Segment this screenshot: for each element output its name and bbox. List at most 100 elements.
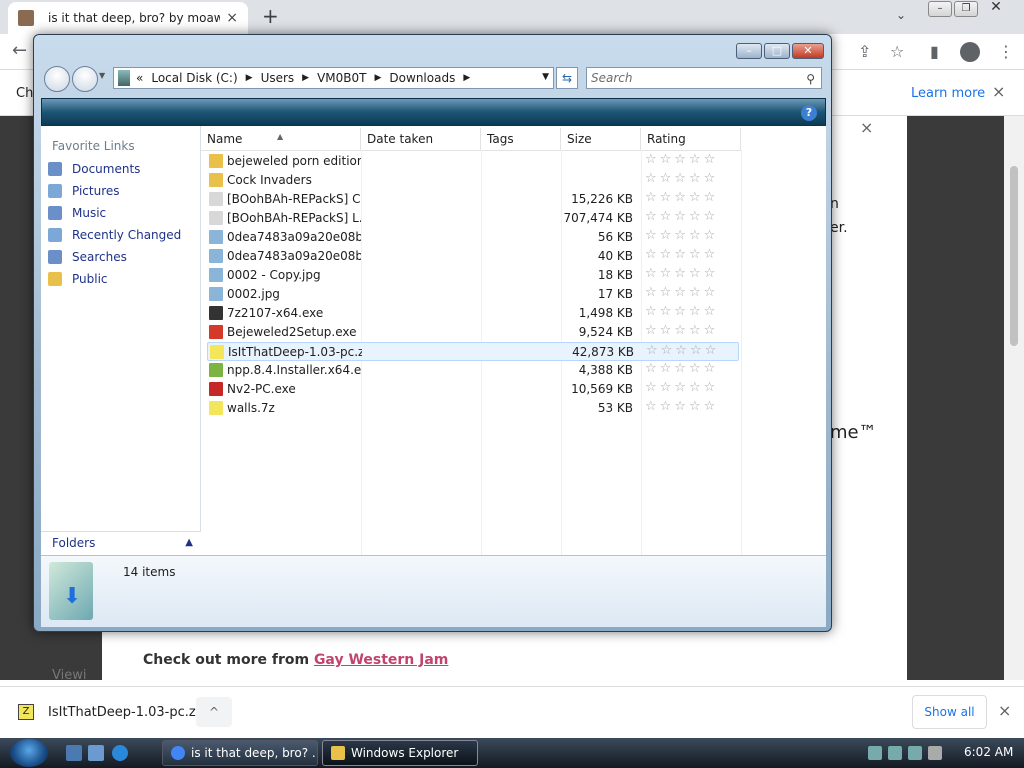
recent-pages-chevron-icon[interactable]: ▼ [99, 71, 105, 80]
breadcrumb-local-disk[interactable]: Local Disk (C:) [151, 71, 237, 85]
file-row[interactable]: 0dea7483a09a20e08b7f... 56 KB ☆☆☆☆☆ [207, 228, 739, 247]
profile-avatar-icon[interactable] [960, 42, 980, 62]
refresh-icon[interactable]: ⇆ [556, 67, 578, 89]
rating-stars[interactable]: ☆☆☆☆☆ [645, 152, 718, 167]
new-tab-button[interactable]: + [262, 6, 279, 26]
favorite-link-label: Public [72, 272, 108, 286]
favorite-link[interactable]: Music [48, 204, 106, 222]
rating-stars[interactable]: ☆☆☆☆☆ [645, 209, 718, 224]
show-desktop-icon[interactable] [66, 745, 82, 761]
rating-stars[interactable]: ☆☆☆☆☆ [645, 399, 718, 414]
close-icon[interactable]: ✕ [984, 0, 1008, 17]
rating-stars[interactable]: ☆☆☆☆☆ [645, 323, 718, 338]
rating-stars[interactable]: ☆☆☆☆☆ [645, 266, 718, 281]
card-close-icon[interactable]: × [860, 118, 873, 137]
bookmark-star-icon[interactable]: ☆ [890, 42, 904, 61]
rating-stars[interactable]: ☆☆☆☆☆ [645, 228, 718, 243]
breadcrumb-separator-icon[interactable]: ▶ [246, 73, 253, 83]
file-row[interactable]: IsItThatDeep-1.03-pc.zip 42,873 KB ☆☆☆☆☆ [207, 342, 739, 361]
address-bar[interactable]: « Local Disk (C:) ▶ Users ▶ VM0B0T ▶ Dow… [113, 67, 554, 89]
chevron-up-icon[interactable]: ▲ [185, 532, 193, 554]
notepadpp-icon [209, 363, 223, 377]
downloads-close-icon[interactable]: × [998, 701, 1011, 720]
creator-link[interactable]: Gay Western Jam [314, 652, 448, 668]
favorite-link[interactable]: Public [48, 270, 108, 288]
column-divider [741, 150, 742, 555]
page-scrollbar[interactable] [1004, 116, 1024, 680]
file-row[interactable]: 0dea7483a09a20e08b7f... 40 KB ☆☆☆☆☆ [207, 247, 739, 266]
breadcrumb-separator-icon[interactable]: ▶ [463, 73, 470, 83]
display-icon[interactable] [908, 746, 922, 760]
restore-icon[interactable]: ❐ [954, 1, 978, 17]
scroll-thumb[interactable] [1010, 166, 1018, 346]
file-row[interactable]: npp.8.4.Installer.x64.exe 4,388 KB ☆☆☆☆☆ [207, 361, 739, 380]
favorite-link[interactable]: Recently Changed [48, 226, 181, 244]
security-icon[interactable] [888, 746, 902, 760]
file-row[interactable]: 7z2107-x64.exe 1,498 KB ☆☆☆☆☆ [207, 304, 739, 323]
rating-stars[interactable]: ☆☆☆☆☆ [645, 380, 718, 395]
search-icon[interactable]: ⚲ [806, 69, 815, 89]
explorer-minimize-icon[interactable]: – [736, 43, 762, 59]
column-header-tags[interactable]: Tags [481, 128, 561, 150]
download-options-chevron-icon[interactable]: ^ [196, 697, 232, 727]
breadcrumb-user[interactable]: VM0B0T [317, 71, 366, 85]
taskbar-chrome-button[interactable]: is it that deep, bro? ... [162, 740, 318, 766]
favorite-link[interactable]: Documents [48, 160, 140, 178]
rating-stars[interactable]: ☆☆☆☆☆ [645, 171, 718, 186]
info-bar-close-icon[interactable]: × [992, 82, 1005, 101]
file-row[interactable]: 0002 - Copy.jpg 18 KB ☆☆☆☆☆ [207, 266, 739, 285]
file-row[interactable]: [BOohBAh-REPackS] L... 707,474 KB ☆☆☆☆☆ [207, 209, 739, 228]
rating-stars[interactable]: ☆☆☆☆☆ [645, 304, 718, 319]
rating-stars[interactable]: ☆☆☆☆☆ [645, 361, 718, 376]
breadcrumb-users[interactable]: Users [261, 71, 295, 85]
network-icon[interactable] [868, 746, 882, 760]
file-row[interactable]: Nv2-PC.exe 10,569 KB ☆☆☆☆☆ [207, 380, 739, 399]
column-header-date-taken[interactable]: Date taken [361, 128, 481, 150]
file-row[interactable]: Bejeweled2Setup.exe 9,524 KB ☆☆☆☆☆ [207, 323, 739, 342]
share-icon[interactable]: ⇪ [858, 42, 871, 61]
explorer-close-icon[interactable]: ✕ [792, 43, 824, 59]
rating-stars[interactable]: ☆☆☆☆☆ [645, 247, 718, 262]
file-row[interactable]: [BOohBAh-REPackS] C... 15,226 KB ☆☆☆☆☆ [207, 190, 739, 209]
column-header-name[interactable]: Name ▲ [201, 128, 361, 150]
column-header-rating[interactable]: Rating [641, 128, 741, 150]
breadcrumb-downloads[interactable]: Downloads [389, 71, 455, 85]
side-panel-icon[interactable]: ▮ [930, 42, 939, 61]
explorer-maximize-icon[interactable]: □ [764, 43, 790, 59]
column-header-size[interactable]: Size [561, 128, 641, 150]
tab-close-icon[interactable]: × [226, 10, 238, 26]
favorite-link[interactable]: Pictures [48, 182, 120, 200]
start-button[interactable] [10, 739, 48, 767]
file-row[interactable]: Cock Invaders ☆☆☆☆☆ [207, 171, 739, 190]
favorite-link[interactable]: Searches [48, 248, 127, 266]
internet-explorer-icon[interactable] [112, 745, 128, 761]
menu-kebab-icon[interactable]: ⋮ [998, 42, 1014, 61]
rating-stars[interactable]: ☆☆☆☆☆ [645, 190, 718, 205]
folders-toggle[interactable]: Folders ▲ [41, 531, 201, 555]
address-dropdown-icon[interactable]: ▼ [542, 72, 549, 82]
taskbar-explorer-button[interactable]: Windows Explorer [322, 740, 478, 766]
minimize-icon[interactable]: – [928, 1, 952, 17]
rating-stars[interactable]: ☆☆☆☆☆ [645, 285, 718, 300]
back-button[interactable] [44, 66, 70, 92]
file-row[interactable]: 0002.jpg 17 KB ☆☆☆☆☆ [207, 285, 739, 304]
file-row[interactable]: bejeweled porn edition ☆☆☆☆☆ [207, 152, 739, 171]
learn-more-link[interactable]: Learn more [911, 86, 985, 101]
tab-search-icon[interactable]: ⌄ [896, 8, 906, 22]
window-switcher-icon[interactable] [88, 745, 104, 761]
text-fragment: er. [830, 220, 848, 236]
file-row[interactable]: walls.7z 53 KB ☆☆☆☆☆ [207, 399, 739, 418]
browser-tab[interactable]: is it that deep, bro? by moawling × [8, 2, 248, 34]
breadcrumb-separator-icon[interactable]: ▶ [375, 73, 382, 83]
rating-stars[interactable]: ☆☆☆☆☆ [646, 343, 719, 358]
breadcrumb-separator-icon[interactable]: ▶ [302, 73, 309, 83]
forward-button[interactable] [72, 66, 98, 92]
search-input[interactable]: Search ⚲ [586, 67, 822, 89]
back-arrow-icon[interactable]: ← [12, 40, 27, 61]
clock[interactable]: 6:02 AM [964, 745, 1013, 759]
breadcrumb-overflow[interactable]: « [136, 71, 143, 85]
file-size: 9,524 KB [578, 325, 633, 339]
volume-muted-icon[interactable] [928, 746, 942, 760]
show-all-button[interactable]: Show all [912, 695, 987, 729]
help-icon[interactable]: ? [801, 105, 817, 121]
